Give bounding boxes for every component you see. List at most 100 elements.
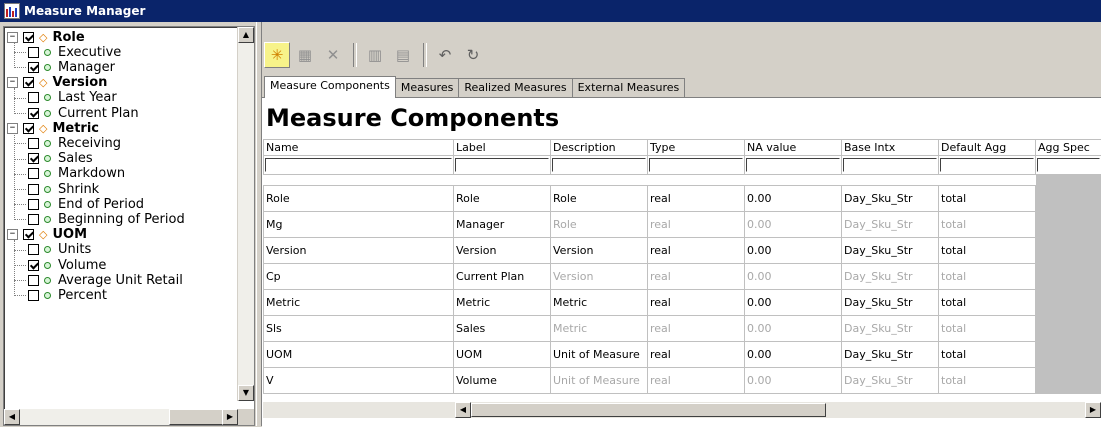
column-header[interactable]: Agg Spec [1036, 140, 1101, 156]
tree-horizontal-scrollbar[interactable]: ◀ ▶ [4, 409, 238, 425]
table-cell[interactable]: total [939, 368, 1036, 394]
checkbox[interactable] [28, 92, 39, 103]
column-filter-input[interactable] [649, 158, 743, 172]
table-cell[interactable]: V [264, 368, 454, 394]
tree-item-manager[interactable]: Manager [28, 59, 115, 75]
table-cell[interactable]: total [939, 316, 1036, 342]
table-row[interactable]: MetricMetricMetricreal0.00Day_Sku_Strtot… [264, 290, 1101, 316]
table-cell[interactable]: Manager [454, 212, 551, 238]
checkbox[interactable] [28, 138, 39, 149]
tree-item-end-of-period[interactable]: End of Period [28, 196, 144, 212]
tree-group-role[interactable]: −◇Role [7, 29, 85, 45]
checkbox[interactable] [28, 199, 39, 210]
table-row[interactable]: UOMUOMUnit of Measurereal0.00Day_Sku_Str… [264, 342, 1101, 368]
table-cell[interactable]: Role [264, 186, 454, 212]
scroll-right-arrow-icon[interactable]: ▶ [1085, 402, 1101, 418]
tree-group-uom[interactable]: −◇UOM [7, 227, 87, 243]
table-cell[interactable]: total [939, 238, 1036, 264]
scroll-down-arrow-icon[interactable]: ▼ [238, 385, 254, 401]
tree-group-version[interactable]: −◇Version [7, 75, 107, 91]
scroll-left-arrow-icon[interactable]: ◀ [4, 409, 20, 425]
table-cell[interactable]: real [648, 238, 745, 264]
table-cell[interactable]: Day_Sku_Str [842, 368, 939, 394]
table-cell[interactable] [1036, 238, 1101, 264]
tree-item-sales[interactable]: Sales [28, 151, 93, 167]
tree-item-receiving[interactable]: Receiving [28, 135, 121, 151]
column-filter-input[interactable] [455, 158, 549, 172]
table-cell[interactable]: Day_Sku_Str [842, 342, 939, 368]
table-cell[interactable]: Volume [454, 368, 551, 394]
table-cell[interactable]: real [648, 212, 745, 238]
table-cell[interactable]: real [648, 290, 745, 316]
table-row[interactable]: SlsSalesMetricreal0.00Day_Sku_Strtotal [264, 316, 1101, 342]
table-cell[interactable]: 0.00 [745, 238, 842, 264]
column-header[interactable]: Name [264, 140, 454, 156]
tab-realized-measures[interactable]: Realized Measures [458, 78, 572, 98]
table-cell[interactable]: total [939, 212, 1036, 238]
column-header[interactable]: Label [454, 140, 551, 156]
table-cell[interactable]: Version [551, 238, 648, 264]
table-cell[interactable] [1036, 368, 1101, 394]
checkbox[interactable] [23, 123, 34, 134]
checkbox[interactable] [28, 275, 39, 286]
grid-horizontal-scrollbar[interactable]: ◀ ▶ [263, 402, 1101, 418]
checkbox[interactable] [28, 153, 39, 164]
table-cell[interactable]: Sls [264, 316, 454, 342]
column-header[interactable]: Default Agg [939, 140, 1036, 156]
column-filter-input[interactable] [746, 158, 840, 172]
table-row[interactable]: VersionVersionVersionreal0.00Day_Sku_Str… [264, 238, 1101, 264]
table-cell[interactable]: Unit of Measure [551, 368, 648, 394]
column-filter-input[interactable] [843, 158, 937, 172]
table-cell[interactable] [1036, 290, 1101, 316]
table-cell[interactable]: 0.00 [745, 264, 842, 290]
table-cell[interactable]: Current Plan [454, 264, 551, 290]
table-cell[interactable]: Metric [551, 290, 648, 316]
table-cell[interactable]: real [648, 316, 745, 342]
table-cell[interactable]: Day_Sku_Str [842, 264, 939, 290]
tree-item-beginning-of-period[interactable]: Beginning of Period [28, 211, 185, 227]
tree-group-metric[interactable]: −◇Metric [7, 120, 99, 136]
column-header[interactable]: NA value [745, 140, 842, 156]
checkbox[interactable] [28, 168, 39, 179]
table-cell[interactable]: Role [454, 186, 551, 212]
table-cell[interactable]: Day_Sku_Str [842, 238, 939, 264]
checkbox[interactable] [28, 290, 39, 301]
table-cell[interactable]: Day_Sku_Str [842, 316, 939, 342]
table-cell[interactable]: total [939, 264, 1036, 290]
table-cell[interactable]: real [648, 186, 745, 212]
tree-scroll-thumb[interactable] [169, 409, 223, 425]
tab-external-measures[interactable]: External Measures [572, 78, 686, 98]
export-icon[interactable]: ▤ [390, 42, 416, 68]
collapse-icon[interactable]: − [7, 123, 18, 134]
column-filter-input[interactable] [265, 158, 452, 172]
table-cell[interactable]: Sales [454, 316, 551, 342]
table-cell[interactable] [1036, 212, 1101, 238]
tree-vertical-scrollbar[interactable]: ▲ ▼ [237, 27, 254, 401]
table-cell[interactable] [1036, 186, 1101, 212]
table-cell[interactable]: 0.00 [745, 290, 842, 316]
tab-measures[interactable]: Measures [395, 78, 459, 98]
checkbox[interactable] [28, 244, 39, 255]
table-cell[interactable]: Day_Sku_Str [842, 186, 939, 212]
column-filter-input[interactable] [552, 158, 646, 172]
table-cell[interactable]: Mg [264, 212, 454, 238]
table-cell[interactable]: Role [551, 212, 648, 238]
collapse-icon[interactable]: − [7, 32, 18, 43]
column-header[interactable]: Description [551, 140, 648, 156]
new-icon[interactable]: ✳ [264, 42, 290, 68]
checkbox[interactable] [23, 229, 34, 240]
scroll-left-arrow-icon[interactable]: ◀ [455, 402, 471, 418]
grid-icon[interactable]: ▦ [292, 42, 318, 68]
collapse-icon[interactable]: − [7, 229, 18, 240]
tree-item-average-unit-retail[interactable]: Average Unit Retail [28, 272, 183, 288]
table-cell[interactable]: UOM [264, 342, 454, 368]
column-filter-input[interactable] [1037, 158, 1100, 172]
column-header[interactable]: Base Intx [842, 140, 939, 156]
column-header[interactable]: Type [648, 140, 745, 156]
checkbox[interactable] [28, 214, 39, 225]
grid-scroll-thumb[interactable] [471, 403, 826, 417]
table-cell[interactable]: total [939, 342, 1036, 368]
table-row[interactable]: CpCurrent PlanVersionreal0.00Day_Sku_Str… [264, 264, 1101, 290]
tree-item-units[interactable]: Units [28, 242, 91, 258]
table-cell[interactable]: 0.00 [745, 316, 842, 342]
